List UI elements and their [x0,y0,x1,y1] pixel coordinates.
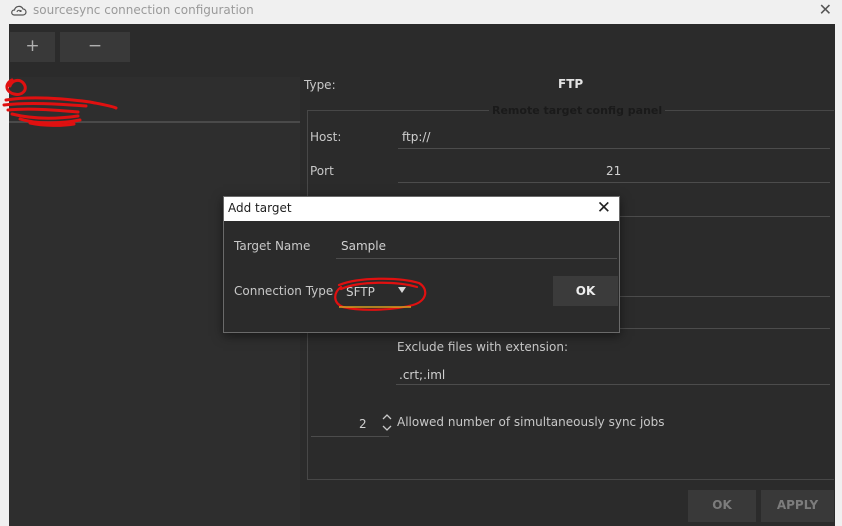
dialog-title-bar: Add target ✕ [224,197,619,221]
exclude-label: Exclude files with extension: [397,340,568,354]
panel-legend: Remote target config panel [489,104,666,117]
chevron-up-down-icon[interactable] [381,411,393,435]
jobs-underline [311,436,389,437]
window-title-bar: sourcesync connection configuration ✕ [0,0,842,24]
dialog-ok-button[interactable]: OK [553,276,618,306]
jobs-label: Allowed number of simultaneously sync jo… [397,415,665,429]
port-underline [398,182,830,183]
redaction-scribble [2,78,118,127]
window-close-icon[interactable]: ✕ [819,0,832,19]
port-input[interactable]: 21 [606,164,621,178]
host-underline [398,148,830,149]
port-label: Port [310,164,334,178]
exclude-input[interactable]: .crt;.iml [399,368,445,382]
window-title: sourcesync connection configuration [33,3,254,17]
annotation-circle [334,277,427,311]
add-target-button[interactable]: + [10,32,55,62]
add-target-dialog: Add target ✕ Target Name Sample Connecti… [223,196,620,333]
type-value: FTP [558,77,584,91]
host-label: Host: [310,130,342,144]
dialog-close-icon[interactable]: ✕ [597,198,611,218]
remove-target-button[interactable]: − [60,32,130,62]
cloud-sync-icon [11,5,27,16]
type-label: Type: [304,78,336,92]
apply-button[interactable]: APPLY [761,490,834,522]
host-input[interactable]: ftp:// [402,130,430,144]
jobs-spinner-value[interactable]: 2 [359,417,367,431]
target-name-label: Target Name [234,239,311,253]
dialog-title: Add target [228,201,292,215]
connection-type-label: Connection Type [234,284,334,298]
target-name-underline [336,258,617,259]
ok-button[interactable]: OK [688,490,756,522]
exclude-underline [396,384,830,385]
target-name-input[interactable]: Sample [341,239,386,253]
